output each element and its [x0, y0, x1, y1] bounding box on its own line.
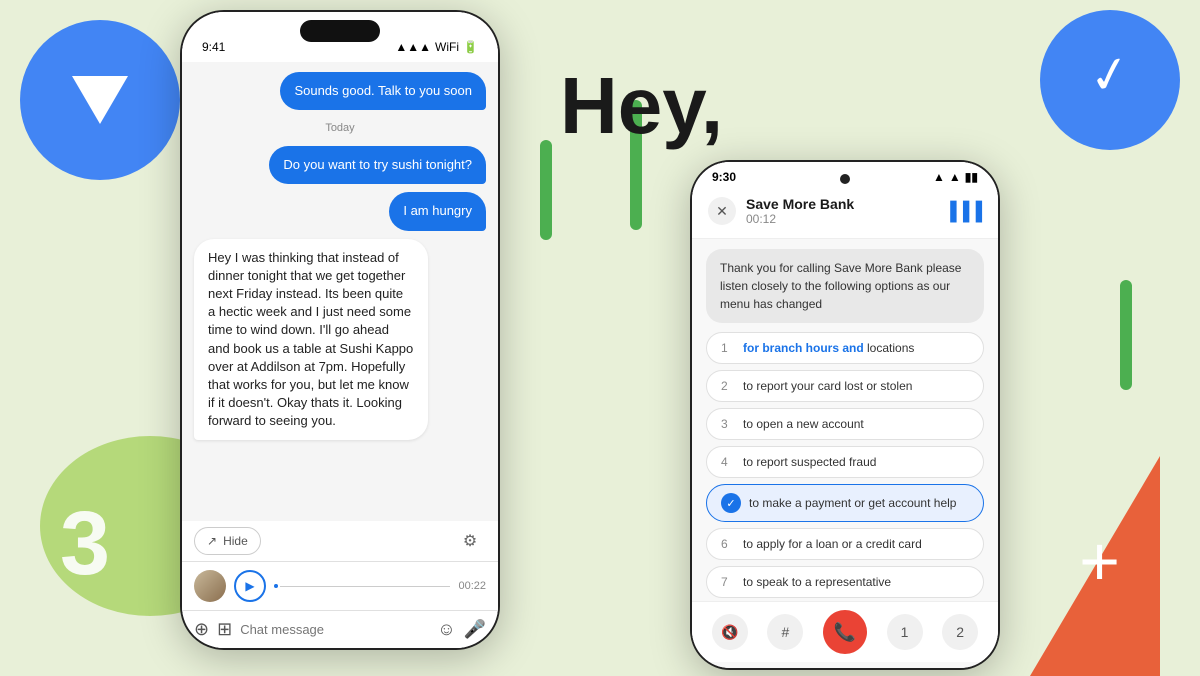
voice-message-bar: ▶ 00:22	[182, 561, 498, 610]
date-divider: Today	[194, 122, 486, 134]
option-text: to speak to a representative	[743, 575, 969, 589]
end-call-button[interactable]: 📞	[823, 610, 867, 654]
selected-check-icon: ✓	[721, 493, 741, 513]
status-time-left: 9:41	[202, 40, 225, 54]
call-info: Save More Bank 00:12	[746, 196, 934, 226]
menu-option-2[interactable]: 2 to report your card lost or stolen	[706, 370, 984, 402]
wifi-status-icon: ▲	[949, 170, 961, 184]
bg-number-three: 3	[60, 493, 110, 596]
battery-icon: 🔋	[463, 40, 478, 54]
status-icons-left: ▲▲▲ WiFi 🔋	[395, 40, 478, 54]
menu-option-6[interactable]: 6 to apply for a loan or a credit card	[706, 528, 984, 560]
wave-line	[280, 586, 450, 587]
chat-messages-area: Sounds good. Talk to you soon Today Do y…	[182, 62, 498, 521]
bg-cross: +	[1079, 526, 1120, 596]
battery-status-icon: ▮▮	[965, 170, 978, 184]
menu-option-3[interactable]: 3 to open a new account	[706, 408, 984, 440]
message-text: I am hungry	[403, 203, 472, 218]
option-number: 7	[721, 575, 735, 589]
camera-icon[interactable]: ⊞	[217, 619, 232, 640]
chat-input-bar: ⊕ ⊞ ☺ 🎤	[182, 610, 498, 648]
hey-heading: Hey,	[560, 60, 723, 152]
left-phone: 9:41 ▲▲▲ WiFi 🔋 Sounds good. Talk to you…	[180, 10, 500, 650]
option-number: 2	[721, 379, 735, 393]
voice-duration: 00:22	[458, 580, 486, 592]
message-text: Do you want to try sushi tonight?	[283, 157, 472, 172]
emoji-icon[interactable]: ☺	[437, 619, 455, 640]
waveform	[274, 576, 450, 596]
option-text: to open a new account	[743, 417, 969, 431]
hide-row: ↗ Hide ⚙	[182, 521, 498, 561]
transcript-bubble: Thank you for calling Save More Bank ple…	[706, 249, 984, 323]
triangle-icon	[72, 76, 128, 124]
menu-option-7[interactable]: 7 to speak to a representative	[706, 566, 984, 598]
option-number: 4	[721, 455, 735, 469]
avatar	[194, 570, 226, 602]
wave-dot	[274, 584, 278, 588]
message-text: Hey I was thinking that instead of dinne…	[208, 250, 413, 429]
message-bubble: Do you want to try sushi tonight?	[269, 146, 486, 184]
signal-strength-icon: ▲	[933, 170, 945, 184]
option-text: to report your card lost or stolen	[743, 379, 969, 393]
checkmark-icon: ✓	[1084, 43, 1135, 107]
option-number: 6	[721, 537, 735, 551]
right-phone: 9:30 ▲ ▲ ▮▮ ✕ Save More Bank 00:12 ▐▐▐ T…	[690, 160, 1000, 670]
option-number: 3	[721, 417, 735, 431]
message-bubble: I am hungry	[389, 192, 486, 230]
option-number: 1	[721, 341, 735, 355]
option-text-bold: for branch hours and	[743, 341, 867, 355]
call-name: Save More Bank	[746, 196, 934, 212]
option-text: to apply for a loan or a credit card	[743, 537, 969, 551]
more-options-button[interactable]: 2	[942, 614, 978, 650]
bg-circle-right: ✓	[1040, 10, 1180, 150]
audio-bars-icon: ▐▐▐	[944, 201, 982, 222]
menu-option-4[interactable]: 4 to report suspected fraud	[706, 446, 984, 478]
option-text: for branch hours and locations	[743, 341, 969, 355]
status-time-right: 9:30	[712, 170, 736, 184]
message-bubble: Sounds good. Talk to you soon	[280, 72, 486, 110]
menu-option-5[interactable]: ✓ to make a payment or get account help	[706, 484, 984, 522]
option-text: to make a payment or get account help	[749, 496, 969, 510]
bg-circle-left	[20, 20, 180, 180]
gear-icon: ⚙	[463, 531, 477, 551]
settings-button[interactable]: ⚙	[454, 525, 486, 557]
call-duration: 00:12	[746, 212, 934, 226]
menu-option-1[interactable]: 1 for branch hours and locations	[706, 332, 984, 364]
close-button[interactable]: ✕	[708, 197, 736, 225]
bg-triangle-orange	[1030, 456, 1160, 676]
status-icons-right: ▲ ▲ ▮▮	[933, 170, 978, 184]
call-bottom-bar: 🔇 # 📞 1 2	[692, 601, 998, 662]
phone-camera	[840, 174, 850, 184]
transcript-text: Thank you for calling Save More Bank ple…	[720, 261, 961, 311]
play-button[interactable]: ▶	[234, 570, 266, 602]
add-call-button[interactable]: 1	[887, 614, 923, 650]
mute-button[interactable]: 🔇	[712, 614, 748, 650]
keypad-button[interactable]: #	[767, 614, 803, 650]
hide-icon: ↗	[207, 534, 217, 548]
bg-bar-green-2	[540, 140, 552, 240]
message-text: Sounds good. Talk to you soon	[294, 83, 472, 98]
hide-label: Hide	[223, 534, 248, 548]
signal-icon: ▲▲▲	[395, 40, 431, 54]
chat-input[interactable]	[240, 622, 429, 637]
add-icon[interactable]: ⊕	[194, 619, 209, 640]
hide-button[interactable]: ↗ Hide	[194, 527, 261, 555]
wifi-icon: WiFi	[435, 40, 459, 54]
phone-notch	[300, 20, 380, 42]
bg-bar-green-4	[1120, 280, 1132, 390]
message-bubble: Hey I was thinking that instead of dinne…	[194, 239, 428, 441]
option-text: to report suspected fraud	[743, 455, 969, 469]
call-header: ✕ Save More Bank 00:12 ▐▐▐	[692, 188, 998, 239]
mic-icon[interactable]: 🎤	[464, 619, 486, 640]
